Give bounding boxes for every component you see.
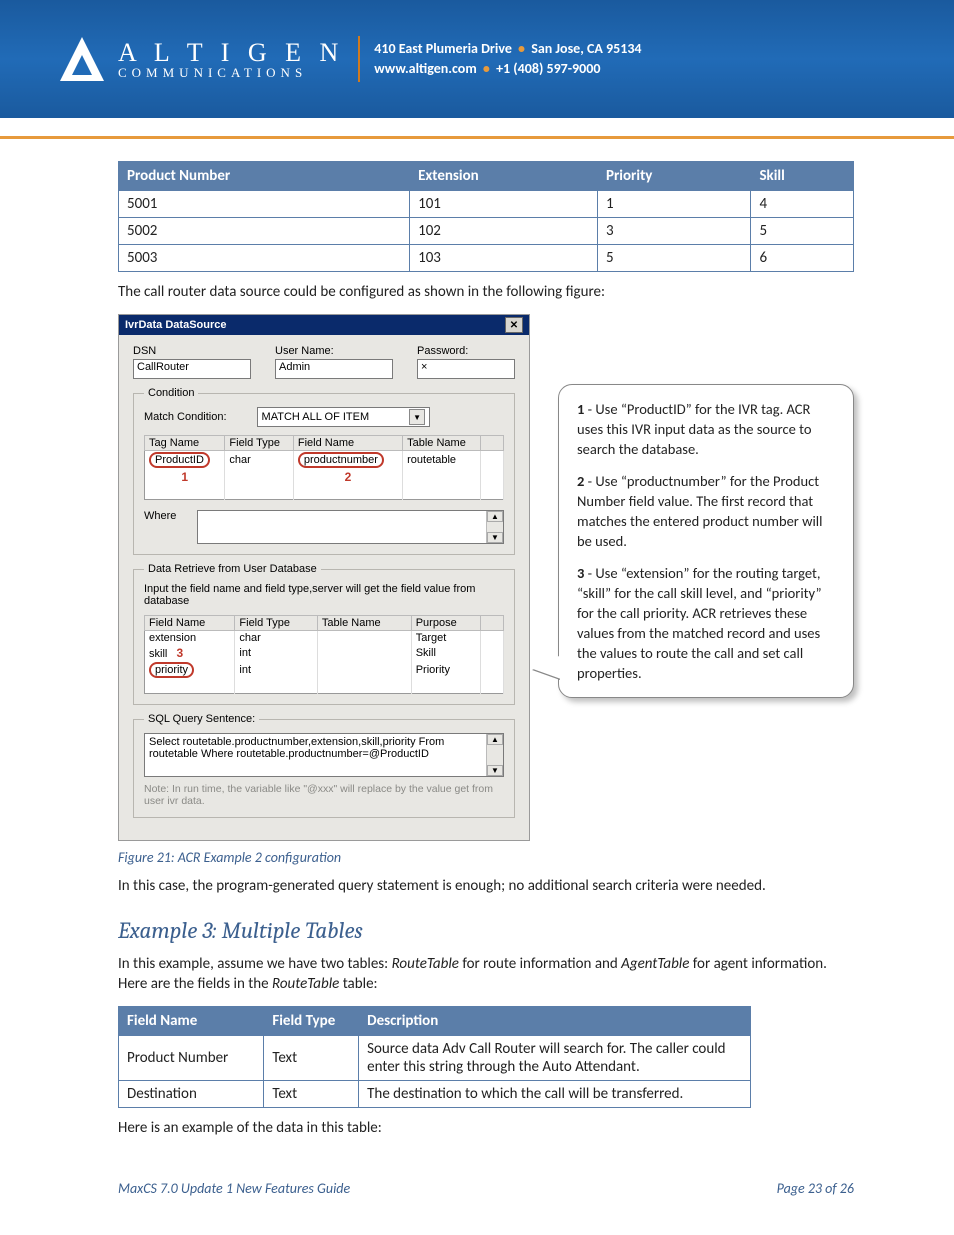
document-header: A L T I G E N COMMUNICATIONS 410 East Pl… — [0, 0, 954, 118]
th-skill: Skill — [751, 162, 854, 191]
paragraph: Here is an example of the data in this t… — [118, 1118, 854, 1138]
dialog-titlebar: IvrData DataSource ✕ — [119, 315, 529, 335]
dot-separator-icon: • — [480, 60, 493, 77]
paragraph: In this case, the program-generated quer… — [118, 876, 854, 896]
retrieve-hint: Input the field name and field type,serv… — [144, 583, 504, 607]
company-name: A L T I G E N — [118, 39, 344, 66]
product-table: Product Number Extension Priority Skill … — [118, 161, 854, 272]
th-product-number: Product Number — [119, 162, 410, 191]
annotation-circle: productnumber — [298, 452, 384, 468]
where-label: Where — [144, 510, 187, 522]
annotation-number-1: 1 — [181, 470, 188, 484]
address-phone: +1 (408) 597-9000 — [496, 60, 600, 77]
annotation-number-3: 3 — [177, 646, 184, 660]
sql-textarea[interactable]: Select routetable.productnumber,extensio… — [144, 733, 504, 777]
close-icon[interactable]: ✕ — [505, 317, 523, 333]
scroll-up-icon: ▲ — [487, 734, 503, 745]
table-row: ProductID char productnumber routetable — [145, 451, 504, 470]
paragraph: The call router data source could be con… — [118, 282, 854, 302]
username-input[interactable]: Admin — [275, 359, 393, 379]
field-table: Field Name Field Type Description Produc… — [118, 1006, 751, 1108]
logo: A L T I G E N COMMUNICATIONS — [60, 37, 344, 81]
username-label: User Name: — [275, 345, 393, 357]
header-address: 410 East Plumeria Drive • San Jose, CA 9… — [374, 39, 641, 80]
dot-separator-icon: • — [515, 40, 528, 57]
retrieve-fieldset: Data Retrieve from User Database Input t… — [133, 563, 515, 705]
scroll-up-icon: ▲ — [487, 511, 503, 522]
annotation-circle: ProductID — [149, 452, 210, 468]
table-row: Destination Text The destination to whic… — [119, 1081, 751, 1108]
address-street: 410 East Plumeria Drive — [374, 40, 512, 57]
dsn-label: DSN — [133, 345, 251, 357]
table-row: 5001 101 1 4 — [119, 191, 854, 218]
dialog-title: IvrData DataSource — [125, 319, 227, 331]
scroll-down-icon: ▼ — [487, 532, 503, 543]
paragraph: In this example, assume we have two tabl… — [118, 954, 854, 995]
annotation-number-2: 2 — [345, 470, 352, 484]
condition-legend: Condition — [144, 387, 198, 399]
sql-fieldset: SQL Query Sentence: Select routetable.pr… — [133, 713, 515, 818]
dsn-input[interactable]: CallRouter — [133, 359, 251, 379]
table-row: Product Number Text Source data Adv Call… — [119, 1036, 751, 1081]
company-subname: COMMUNICATIONS — [118, 66, 344, 80]
chevron-down-icon: ▼ — [409, 409, 425, 425]
scroll-down-icon: ▼ — [487, 765, 503, 776]
th-extension: Extension — [410, 162, 598, 191]
th-description: Description — [359, 1007, 751, 1036]
condition-fieldset: Condition Match Condition: MATCH ALL OF … — [133, 387, 515, 555]
table-row: extension char Target — [145, 631, 504, 646]
callout-tail-icon — [533, 655, 561, 679]
annotation-circle: priority — [149, 662, 194, 678]
retrieve-grid[interactable]: Field Name Field Type Table Name Purpose… — [144, 615, 504, 694]
footer-page-number: Page 23 of 26 — [777, 1180, 854, 1197]
heading-example-3: Example 3: Multiple Tables — [118, 917, 854, 944]
ivrdata-dialog: IvrData DataSource ✕ DSN CallRouter User… — [118, 314, 530, 841]
th-field-type: Field Type — [264, 1007, 359, 1036]
address-city: San Jose, CA 95134 — [531, 40, 641, 57]
table-row: priority int Priority — [145, 661, 504, 679]
annotation-callout: 1 - Use “ProductID” for the IVR tag. ACR… — [558, 384, 854, 698]
where-textarea[interactable]: ▲▼ — [197, 510, 504, 544]
match-condition-label: Match Condition: — [144, 411, 227, 423]
sql-note: Note: In run time, the variable like "@x… — [144, 783, 504, 807]
table-row: 5003 103 5 6 — [119, 245, 854, 272]
header-divider — [358, 36, 360, 82]
table-row: 5002 102 3 5 — [119, 218, 854, 245]
logo-mark-icon — [60, 37, 104, 81]
footer-doc-title: MaxCS 7.0 Update 1 New Features Guide — [118, 1180, 350, 1197]
figure-caption: Figure 21: ACR Example 2 configuration — [118, 849, 854, 866]
retrieve-legend: Data Retrieve from User Database — [144, 563, 321, 575]
sql-legend: SQL Query Sentence: — [144, 713, 259, 725]
scrollbar[interactable]: ▲▼ — [486, 511, 503, 543]
password-label: Password: — [417, 345, 515, 357]
address-web: www.altigen.com — [374, 60, 476, 77]
password-input[interactable]: × — [417, 359, 515, 379]
th-field-name: Field Name — [119, 1007, 264, 1036]
th-priority: Priority — [597, 162, 750, 191]
match-condition-select[interactable]: MATCH ALL OF ITEM ▼ — [257, 407, 431, 427]
scrollbar[interactable]: ▲▼ — [486, 734, 503, 776]
page-footer: MaxCS 7.0 Update 1 New Features Guide Pa… — [0, 1150, 954, 1227]
condition-grid[interactable]: Tag Name Field Type Field Name Table Nam… — [144, 435, 504, 500]
table-row: skill 3 int Skill — [145, 645, 504, 661]
